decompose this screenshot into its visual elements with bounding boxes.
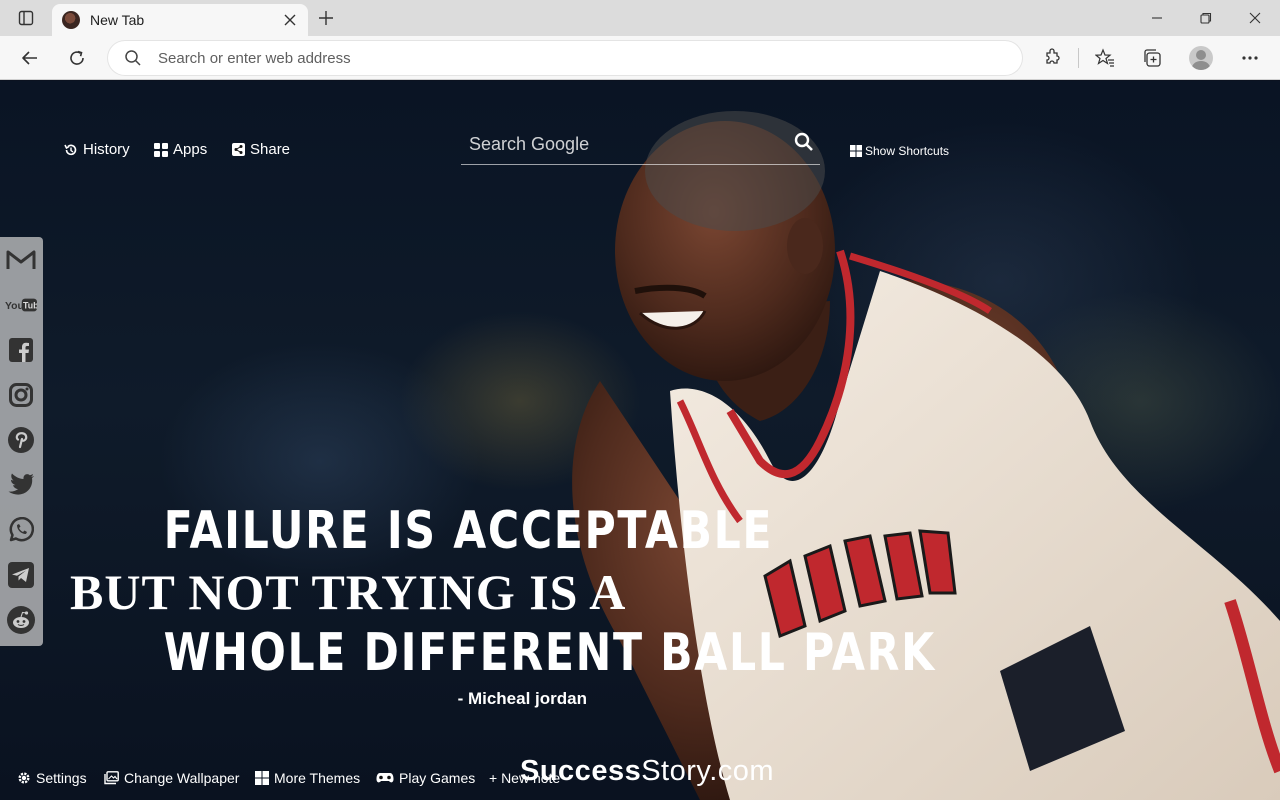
profile-button[interactable] (1185, 42, 1217, 74)
window-close-button[interactable] (1231, 0, 1279, 36)
extensions-icon (1046, 48, 1060, 64)
svg-text:Tube: Tube (23, 301, 37, 311)
profile-icon (1189, 46, 1213, 70)
collections-icon (1144, 49, 1161, 67)
social-sidebar: You Tube (0, 237, 43, 646)
minimize-icon (1152, 17, 1162, 19)
facebook-link[interactable] (5, 334, 37, 366)
facebook-icon (9, 338, 33, 362)
apps-grid-icon (154, 142, 168, 157)
brand-part-1: Success (520, 755, 642, 787)
youtube-link[interactable]: You Tube (5, 289, 37, 321)
show-shortcuts-button[interactable]: Show Shortcuts (850, 144, 949, 158)
close-icon (284, 14, 296, 26)
quote-block: FAILURE IS ACCEPTABLE BUT NOT TRYING IS … (70, 501, 936, 709)
favorites-button[interactable] (1089, 42, 1121, 74)
quote-line-3: WHOLE DIFFERENT BALL PARK (163, 623, 936, 683)
settings-button[interactable]: Settings (17, 770, 87, 786)
tab-actions-button[interactable] (12, 6, 40, 30)
browser-toolbar (0, 36, 1280, 80)
share-label: Share (250, 141, 291, 158)
tab-favicon-icon (62, 11, 80, 29)
show-shortcuts-label: Show Shortcuts (865, 144, 950, 158)
svg-text:You: You (5, 301, 24, 312)
twitter-link[interactable] (5, 469, 37, 501)
extensions-button[interactable] (1036, 42, 1068, 74)
new-tab-page: History Apps Share Show Shortcuts (0, 81, 1280, 800)
google-search-input[interactable] (469, 129, 779, 159)
toolbar-separator (1078, 48, 1079, 68)
address-input[interactable] (158, 41, 998, 75)
browser-tab[interactable]: New Tab (52, 4, 308, 36)
quote-line-1: FAILURE IS ACCEPTABLE (163, 501, 774, 561)
share-icon (232, 143, 245, 156)
new-tab-button[interactable] (312, 6, 340, 30)
address-bar[interactable] (108, 41, 1022, 75)
title-bar: New Tab (0, 0, 1280, 36)
youtube-icon: You Tube (5, 298, 37, 312)
search-icon (125, 50, 141, 66)
instagram-icon (9, 383, 33, 407)
refresh-icon (70, 50, 84, 65)
apps-link[interactable]: Apps (154, 141, 207, 158)
restore-icon (1200, 12, 1212, 24)
twitter-icon (8, 473, 34, 495)
history-label: History (83, 141, 130, 158)
search-icon[interactable] (794, 132, 814, 152)
share-link[interactable]: Share (232, 141, 290, 158)
gear-icon (18, 772, 30, 784)
reddit-icon (7, 606, 35, 634)
tab-close-button[interactable] (280, 10, 300, 30)
gamepad-icon (376, 773, 394, 783)
windows-grid-icon (255, 771, 269, 785)
plus-icon (319, 11, 333, 25)
change-wallpaper-button[interactable]: Change Wallpaper (104, 770, 239, 786)
gmail-link[interactable] (5, 244, 37, 276)
instagram-link[interactable] (5, 379, 37, 411)
history-link[interactable]: History (64, 141, 130, 158)
whatsapp-link[interactable] (5, 514, 37, 546)
refresh-button[interactable] (61, 42, 93, 74)
minimize-button[interactable] (1133, 0, 1181, 36)
apps-label: Apps (173, 141, 208, 158)
play-games-label: Play Games (399, 770, 476, 786)
pinterest-link[interactable] (5, 424, 37, 456)
telegram-link[interactable] (5, 559, 37, 591)
windows-grid-icon (850, 145, 862, 157)
reddit-link[interactable] (5, 604, 37, 636)
window-close-icon (1249, 12, 1261, 24)
play-games-button[interactable]: Play Games (376, 770, 475, 786)
gmail-icon (6, 250, 36, 269)
quote-line-2: BUT NOT TRYING IS A (70, 564, 627, 620)
google-search-box[interactable] (461, 125, 820, 165)
history-icon (64, 144, 77, 155)
collections-button[interactable] (1136, 42, 1168, 74)
restore-button[interactable] (1182, 0, 1230, 36)
tab-title: New Tab (90, 12, 145, 28)
more-themes-label: More Themes (274, 770, 361, 786)
back-arrow-icon (22, 51, 37, 65)
quote-author: - Micheal jordan (457, 689, 587, 708)
tab-actions-icon (18, 10, 34, 26)
more-button[interactable] (1234, 42, 1266, 74)
whatsapp-icon (9, 517, 34, 542)
telegram-icon (8, 562, 34, 588)
favorites-icon (1095, 48, 1114, 67)
back-button[interactable] (14, 42, 46, 74)
more-icon (1242, 56, 1258, 60)
more-themes-button[interactable]: More Themes (255, 770, 360, 786)
image-icon (104, 771, 119, 785)
pinterest-icon (8, 427, 34, 453)
change-wallpaper-label: Change Wallpaper (124, 770, 240, 786)
settings-label: Settings (36, 770, 87, 786)
brand-part-2: Story.com (641, 755, 775, 787)
brand-logo[interactable]: SuccessStory.com (520, 755, 774, 788)
